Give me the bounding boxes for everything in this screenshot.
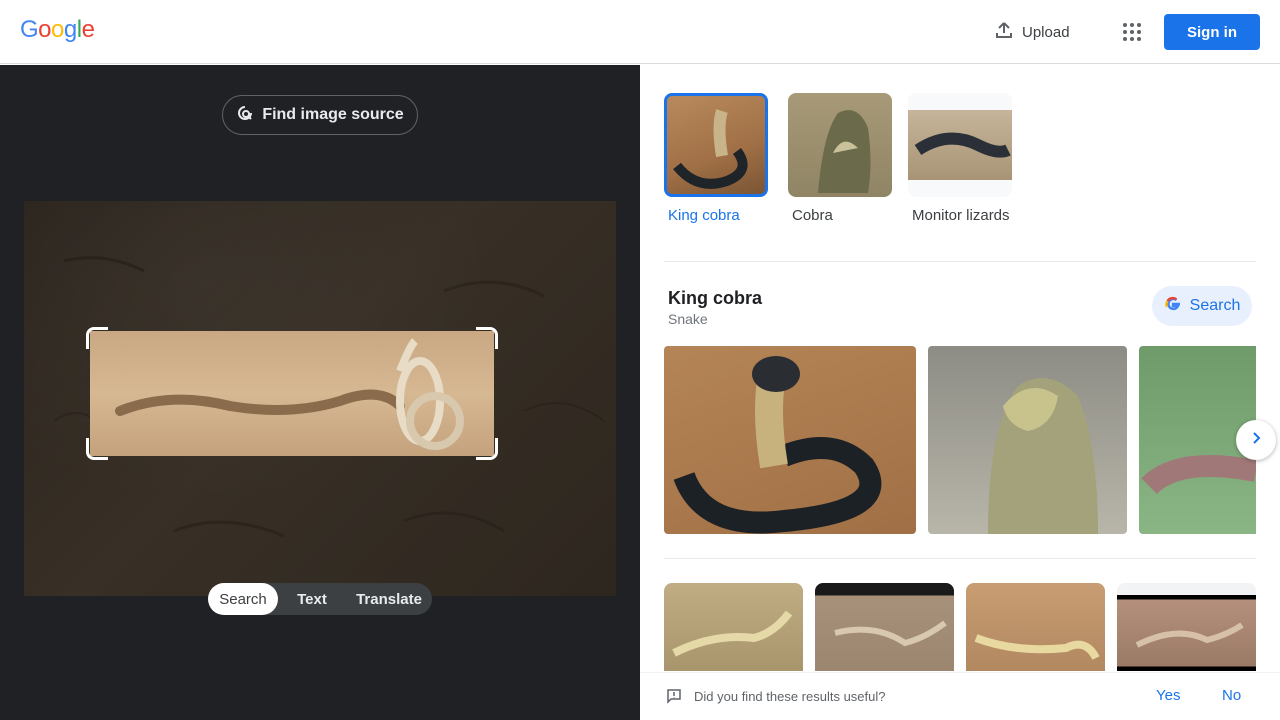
image-preview-panel: Find image source Search Text Translate [0, 65, 640, 720]
visual-match-image[interactable] [664, 583, 803, 671]
visual-match-image[interactable] [815, 583, 954, 671]
upload-label: Upload [1022, 23, 1070, 41]
visual-match-image[interactable] [966, 583, 1105, 671]
logo-letter: o [51, 16, 64, 43]
divider [664, 261, 1256, 262]
crop-handle[interactable] [476, 438, 498, 460]
top-header: Google Upload Sign in [0, 0, 1280, 64]
crop-handle[interactable] [86, 438, 108, 460]
chip-king-cobra[interactable]: King cobra [664, 93, 768, 226]
sign-in-button[interactable]: Sign in [1164, 14, 1260, 50]
feedback-yes-button[interactable]: Yes [1156, 687, 1180, 704]
chip-label: Monitor lizards [912, 207, 1010, 224]
feedback-question: Did you find these results useful? [694, 689, 886, 704]
feedback-bar: Did you find these results useful? Yes N… [640, 672, 1280, 720]
chip-thumbnail [788, 93, 892, 197]
results-panel: King cobra Cobra Monitor lizards King co… [640, 65, 1280, 720]
chip-thumbnail [664, 93, 768, 197]
knowledge-image[interactable] [928, 346, 1127, 534]
chip-thumbnail [908, 93, 1012, 197]
chevron-right-icon [1249, 431, 1263, 450]
crop-selection[interactable] [90, 331, 494, 456]
visual-match-image[interactable] [1117, 583, 1256, 671]
logo-letter: e [81, 16, 95, 43]
crop-handle[interactable] [86, 327, 108, 349]
lens-search-icon [236, 104, 254, 127]
feedback-icon [666, 688, 682, 709]
find-image-source-label: Find image source [262, 106, 404, 123]
upload-button[interactable]: Upload [986, 16, 1078, 48]
logo-letter: o [38, 16, 52, 43]
logo-letter: G [20, 16, 39, 43]
chip-label: King cobra [668, 207, 740, 224]
feedback-no-button[interactable]: No [1222, 687, 1241, 704]
logo-letter: g [63, 16, 77, 43]
chip-cobra[interactable]: Cobra [788, 93, 892, 226]
chip-monitor-lizards[interactable]: Monitor lizards [908, 93, 1012, 226]
find-image-source-button[interactable]: Find image source [222, 95, 418, 135]
knowledge-search-button[interactable]: Search [1152, 286, 1252, 326]
google-logo[interactable]: Google [20, 16, 95, 44]
crop-handle[interactable] [476, 327, 498, 349]
knowledge-image[interactable] [664, 346, 916, 534]
knowledge-subtitle: Snake [668, 311, 708, 327]
google-g-icon [1164, 295, 1182, 318]
next-arrow-button[interactable] [1236, 420, 1276, 460]
upload-icon [994, 20, 1014, 44]
chip-label: Cobra [792, 207, 833, 224]
snake-illustration [115, 338, 464, 450]
knowledge-search-label: Search [1189, 297, 1241, 314]
apps-grid-icon[interactable] [1116, 16, 1148, 48]
knowledge-title: King cobra [668, 288, 763, 308]
divider [664, 558, 1256, 559]
